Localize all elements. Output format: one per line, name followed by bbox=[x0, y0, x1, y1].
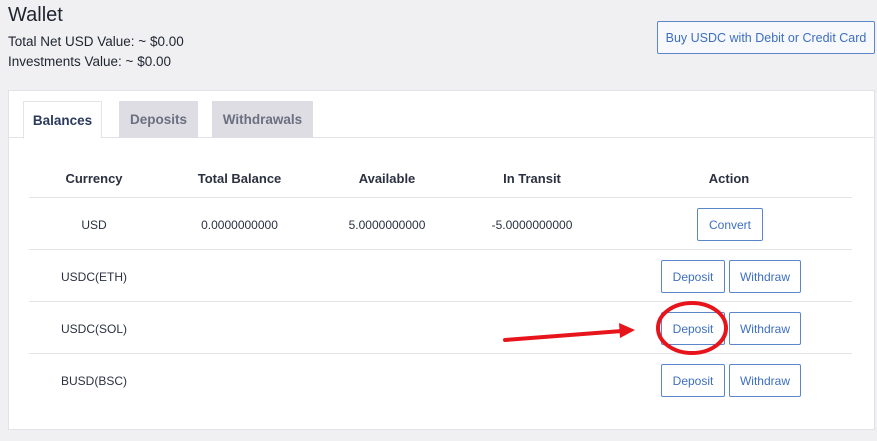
total-net-usd-value: Total Net USD Value: ~ $0.00 bbox=[8, 34, 184, 49]
cell-total-balance: 0.0000000000 bbox=[201, 218, 278, 232]
tab-bar: Balances Deposits Withdrawals bbox=[9, 91, 874, 139]
withdraw-button-usdc-eth[interactable]: Withdraw bbox=[729, 260, 801, 293]
investments-value: Investments Value: ~ $0.00 bbox=[8, 54, 171, 69]
cell-currency: USDC(SOL) bbox=[60, 322, 127, 336]
page-title: Wallet bbox=[8, 4, 63, 26]
tab-balances[interactable]: Balances bbox=[23, 101, 102, 139]
cell-currency: USDC(ETH) bbox=[61, 270, 127, 284]
tab-withdrawals[interactable]: Withdrawals bbox=[212, 101, 313, 138]
deposit-button-usdc-sol[interactable]: Deposit bbox=[661, 312, 725, 345]
header-available: Available bbox=[358, 171, 416, 186]
convert-button[interactable]: Convert bbox=[697, 208, 763, 241]
balances-card: Balances Deposits Withdrawals Currency T… bbox=[8, 90, 875, 430]
header-total-balance: Total Balance bbox=[197, 171, 282, 186]
row-divider bbox=[29, 353, 852, 354]
header-in-transit: In Transit bbox=[503, 171, 561, 186]
cell-available: 5.0000000000 bbox=[348, 218, 426, 232]
buy-usdc-button[interactable]: Buy USDC with Debit or Credit Card bbox=[657, 21, 875, 54]
row-divider bbox=[29, 301, 852, 302]
header-action: Action bbox=[708, 171, 750, 186]
cell-currency: USD bbox=[81, 218, 107, 232]
withdraw-button-usdc-sol[interactable]: Withdraw bbox=[729, 312, 801, 345]
cell-in-transit: -5.0000000000 bbox=[491, 218, 573, 232]
header-currency: Currency bbox=[65, 171, 123, 186]
deposit-button-busd-bsc[interactable]: Deposit bbox=[661, 364, 725, 397]
deposit-button-usdc-eth[interactable]: Deposit bbox=[661, 260, 725, 293]
cell-currency: BUSD(BSC) bbox=[60, 374, 127, 388]
withdraw-button-busd-bsc[interactable]: Withdraw bbox=[729, 364, 801, 397]
row-divider bbox=[29, 197, 852, 198]
row-divider bbox=[29, 249, 852, 250]
tab-deposits[interactable]: Deposits bbox=[119, 101, 198, 138]
